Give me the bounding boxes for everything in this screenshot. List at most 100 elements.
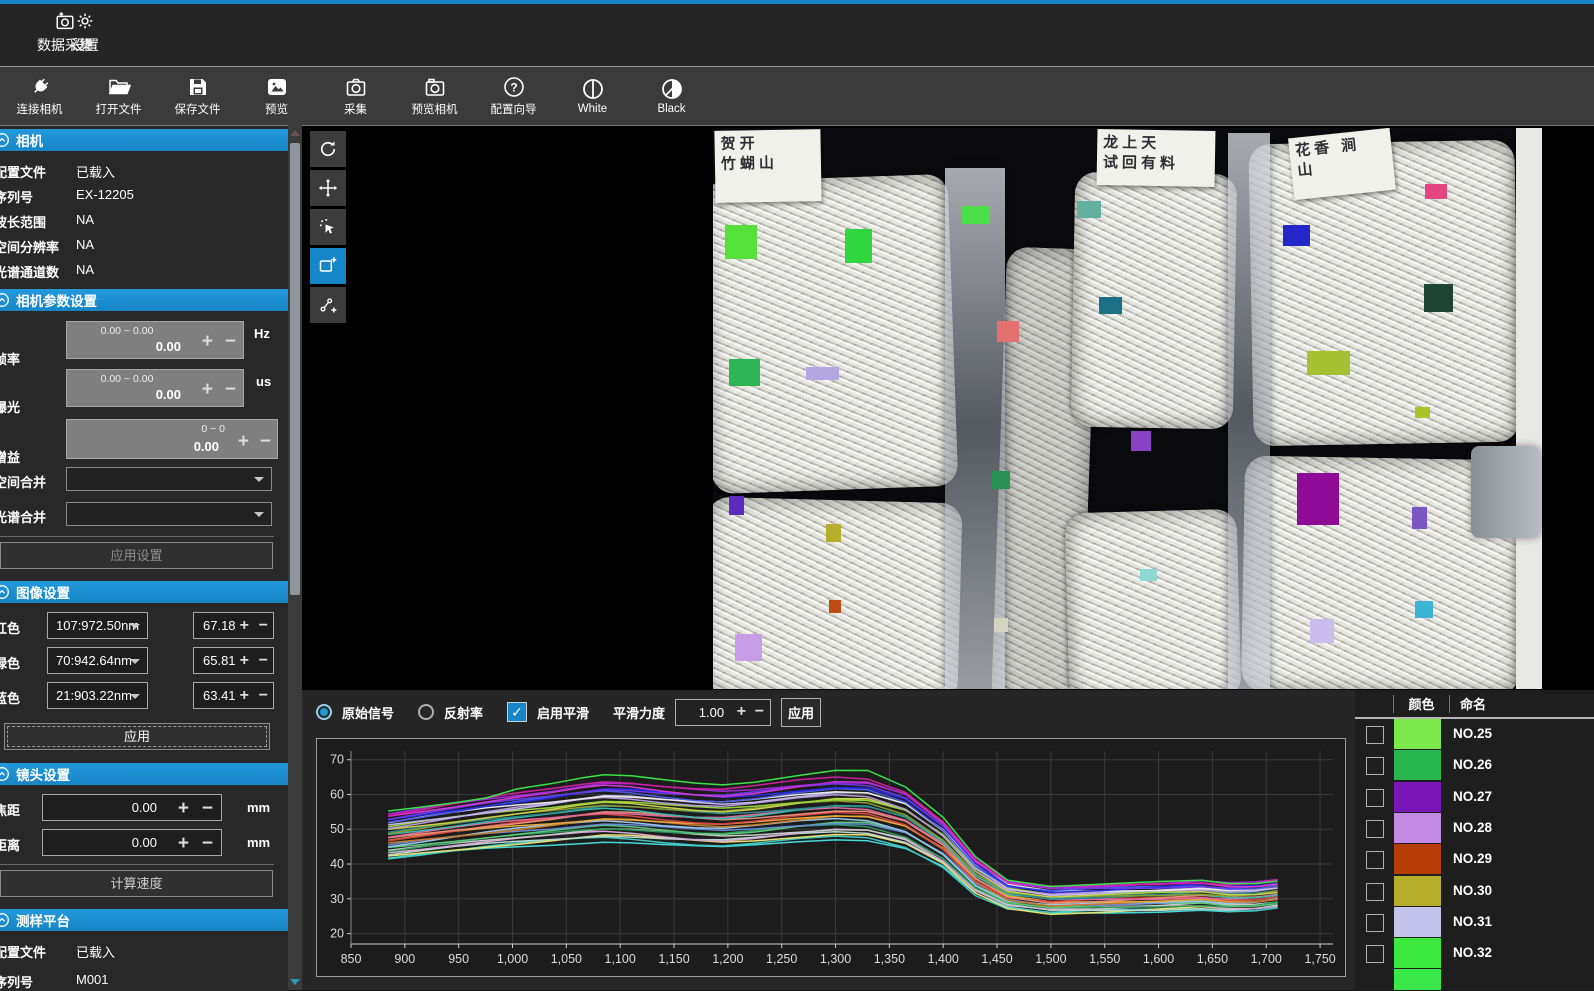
- sidebar-scrollbar[interactable]: [288, 125, 302, 990]
- decrement-button[interactable]: −: [202, 834, 213, 853]
- pan-tool-button[interactable]: [310, 170, 346, 206]
- roi-rect[interactable]: [806, 367, 839, 380]
- roi-rect[interactable]: [1415, 407, 1430, 418]
- increment-button[interactable]: +: [240, 618, 249, 634]
- preview-camera-button[interactable]: 预览相机: [395, 70, 474, 122]
- roi-rect[interactable]: [1424, 284, 1453, 312]
- blue-gain-input[interactable]: 63.41 + −: [193, 682, 274, 709]
- spectral-binning-select[interactable]: [66, 502, 272, 526]
- roi-rect[interactable]: [729, 359, 760, 386]
- increment-button[interactable]: +: [240, 653, 249, 669]
- roi-rect[interactable]: [997, 321, 1019, 342]
- section-header-lens[interactable]: 镜头设置: [0, 763, 288, 785]
- roi-rect[interactable]: [1425, 184, 1447, 199]
- roi-rect[interactable]: [725, 225, 757, 259]
- roi-visibility-checkbox[interactable]: [1366, 883, 1384, 901]
- tab-settings[interactable]: 设置: [10, 10, 160, 66]
- distance-input[interactable]: 0.00 + −: [42, 829, 222, 856]
- red-band-select[interactable]: 107:972.50nm: [47, 612, 148, 639]
- increment-button[interactable]: +: [737, 704, 746, 720]
- enable-smoothing-checkbox[interactable]: ✓: [507, 702, 527, 722]
- roi-color-swatch[interactable]: [1394, 750, 1441, 780]
- decrement-button[interactable]: −: [260, 432, 271, 451]
- roi-rect[interactable]: [735, 634, 762, 661]
- calculate-speed-button[interactable]: 计算速度: [0, 870, 273, 897]
- increment-button[interactable]: +: [238, 432, 249, 451]
- decrement-button[interactable]: −: [259, 618, 268, 634]
- roi-color-swatch[interactable]: [1394, 782, 1441, 812]
- red-gain-input[interactable]: 67.18 + −: [193, 612, 274, 639]
- preview-button[interactable]: 预览: [237, 70, 316, 122]
- pixel-pick-tool-button[interactable]: [310, 209, 346, 245]
- section-header-image-settings[interactable]: 图像设置: [0, 581, 288, 603]
- add-polyline-tool-button[interactable]: [310, 287, 346, 323]
- roi-color-swatch[interactable]: [1394, 969, 1441, 990]
- scroll-up-arrow[interactable]: [290, 130, 300, 136]
- roi-color-swatch[interactable]: [1394, 719, 1441, 749]
- green-gain-input[interactable]: 65.81 + −: [193, 647, 274, 674]
- roi-rect[interactable]: [1307, 351, 1350, 375]
- roi-rect[interactable]: [829, 600, 841, 613]
- exposure-input[interactable]: 0.00 ~ 0.00 0.00 + −: [66, 369, 244, 407]
- apply-image-settings-button[interactable]: 应用: [4, 723, 270, 750]
- roi-color-swatch[interactable]: [1394, 844, 1441, 874]
- roi-visibility-checkbox[interactable]: [1366, 945, 1384, 963]
- roi-color-swatch[interactable]: [1394, 907, 1441, 937]
- increment-button[interactable]: +: [178, 834, 189, 853]
- roi-rect[interactable]: [1283, 225, 1310, 246]
- roi-rect[interactable]: [826, 524, 841, 542]
- increment-button[interactable]: +: [240, 688, 249, 704]
- roi-visibility-checkbox[interactable]: [1366, 851, 1384, 869]
- roi-visibility-checkbox[interactable]: [1366, 789, 1384, 807]
- apply-camera-settings-button[interactable]: 应用设置: [0, 542, 273, 569]
- decrement-button[interactable]: −: [259, 653, 268, 669]
- roi-rect[interactable]: [992, 471, 1010, 489]
- capture-button[interactable]: 采集: [316, 70, 395, 122]
- decrement-button[interactable]: −: [225, 380, 236, 399]
- frame-rate-input[interactable]: 0.00 ~ 0.00 0.00 + −: [66, 321, 244, 359]
- open-file-button[interactable]: 打开文件: [79, 70, 158, 122]
- decrement-button[interactable]: −: [225, 332, 236, 351]
- connect-camera-button[interactable]: 连接相机: [0, 70, 79, 122]
- spatial-binning-select[interactable]: [66, 467, 272, 491]
- roi-visibility-checkbox[interactable]: [1366, 914, 1384, 932]
- roi-rect[interactable]: [1412, 507, 1427, 529]
- apply-smoothing-button[interactable]: 应用: [781, 698, 821, 727]
- roi-rect[interactable]: [1077, 201, 1101, 218]
- add-roi-tool-button[interactable]: [310, 248, 346, 284]
- roi-color-swatch[interactable]: [1394, 876, 1441, 906]
- roi-rect[interactable]: [729, 496, 744, 515]
- increment-button[interactable]: +: [202, 380, 213, 399]
- section-header-camera[interactable]: 相机: [0, 129, 288, 151]
- roi-rect[interactable]: [1310, 619, 1334, 643]
- blue-band-select[interactable]: 21:903.22nm: [47, 682, 148, 709]
- roi-color-swatch[interactable]: [1394, 813, 1441, 843]
- focal-length-input[interactable]: 0.00 + −: [42, 794, 222, 821]
- raw-signal-radio[interactable]: [316, 704, 332, 720]
- white-calibration-button[interactable]: White: [553, 70, 632, 122]
- green-band-select[interactable]: 70:942.64nm: [47, 647, 148, 674]
- decrement-button[interactable]: −: [202, 799, 213, 818]
- gain-input[interactable]: 0 ~ 0 0.00 + −: [66, 419, 278, 459]
- roi-rect[interactable]: [994, 618, 1008, 632]
- save-file-button[interactable]: 保存文件: [158, 70, 237, 122]
- reflectance-radio[interactable]: [418, 704, 434, 720]
- scrollbar-thumb[interactable]: [290, 143, 300, 595]
- roi-color-swatch[interactable]: [1394, 938, 1441, 968]
- roi-rect[interactable]: [1140, 569, 1157, 581]
- increment-button[interactable]: +: [202, 332, 213, 351]
- roi-rect[interactable]: [962, 206, 990, 224]
- scroll-down-arrow[interactable]: [290, 979, 300, 985]
- decrement-button[interactable]: −: [259, 688, 268, 704]
- config-wizard-button[interactable]: ? 配置向导: [474, 70, 553, 122]
- roi-visibility-checkbox[interactable]: [1366, 726, 1384, 744]
- smoothing-strength-input[interactable]: 1.00 + −: [675, 699, 771, 726]
- section-header-platform[interactable]: 测样平台: [0, 909, 288, 931]
- roi-rect[interactable]: [1099, 297, 1122, 314]
- increment-button[interactable]: +: [178, 799, 189, 818]
- decrement-button[interactable]: −: [755, 704, 764, 720]
- roi-visibility-checkbox[interactable]: [1366, 820, 1384, 838]
- black-calibration-button[interactable]: Black: [632, 70, 711, 122]
- refresh-view-button[interactable]: [310, 131, 346, 167]
- roi-visibility-checkbox[interactable]: [1366, 757, 1384, 775]
